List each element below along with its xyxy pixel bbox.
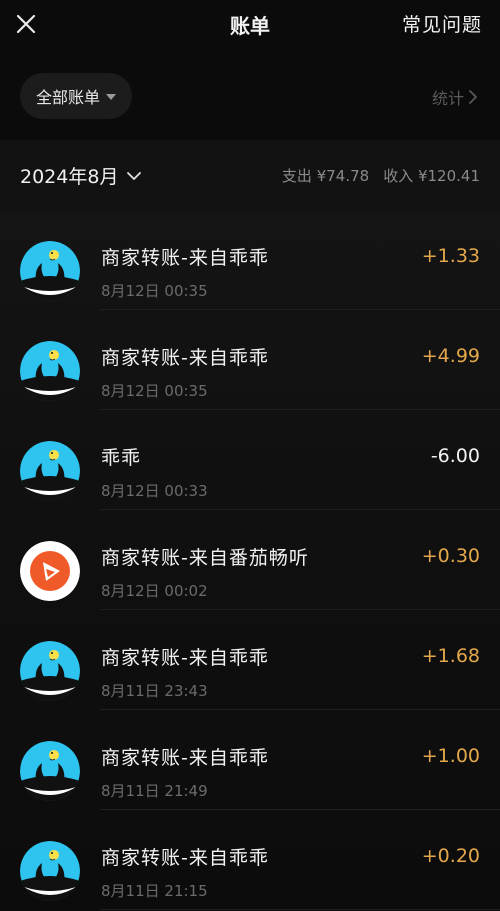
filter-row: 全部账单 统计 xyxy=(0,73,500,121)
transaction-time: 8月11日 21:15 xyxy=(101,882,208,900)
faq-link[interactable]: 常见问题 xyxy=(402,10,482,37)
transaction-name: 商家转账-来自乖乖 xyxy=(101,747,269,769)
expense-total: 支出 ¥74.78 xyxy=(281,167,370,185)
transaction-time: 8月12日 00:35 xyxy=(101,382,208,400)
chevron-right-icon xyxy=(469,90,477,104)
month-totals: 支出 ¥74.78 收入 ¥120.41 xyxy=(282,165,480,186)
transaction-amount: +0.20 xyxy=(421,845,480,867)
transaction-row[interactable]: 商家转账-来自番茄畅听 8月12日 00:02 +0.30 xyxy=(0,510,500,610)
transaction-name: 乖乖 xyxy=(101,447,142,469)
transaction-row[interactable]: 商家转账-来自乖乖 8月12日 00:35 +1.33 xyxy=(0,210,500,310)
row-divider xyxy=(100,909,500,910)
guaiguai-avatar xyxy=(20,241,80,301)
close-icon xyxy=(16,14,36,34)
transaction-name: 商家转账-来自乖乖 xyxy=(101,847,269,869)
transaction-amount: +0.30 xyxy=(421,545,480,567)
transaction-time: 8月12日 00:33 xyxy=(101,482,208,500)
transaction-row[interactable]: 商家转账-来自乖乖 8月12日 00:35 +4.99 xyxy=(0,310,500,410)
fanqie-avatar xyxy=(20,541,80,601)
transaction-name: 商家转账-来自乖乖 xyxy=(101,247,269,269)
chevron-down-icon xyxy=(127,171,142,180)
income-total: 收入 ¥120.41 xyxy=(383,167,480,185)
transaction-amount: -6.00 xyxy=(430,445,480,467)
transaction-amount: +1.33 xyxy=(421,245,480,267)
transaction-amount: +4.99 xyxy=(421,345,480,367)
transaction-time: 8月12日 00:02 xyxy=(101,582,208,600)
transaction-row[interactable]: 商家转账-来自乖乖 8月11日 21:15 +0.20 xyxy=(0,810,500,910)
bill-filter-dropdown[interactable]: 全部账单 xyxy=(20,73,133,119)
top-bar: 账单 常见问题 xyxy=(0,0,500,50)
caret-down-icon xyxy=(106,94,117,100)
transaction-row[interactable]: 商家转账-来自乖乖 8月11日 21:49 +1.00 xyxy=(0,710,500,810)
transaction-name: 商家转账-来自乖乖 xyxy=(101,647,269,669)
stats-link[interactable]: 统计 xyxy=(432,85,478,109)
stats-label: 统计 xyxy=(431,89,464,108)
transaction-row[interactable]: 商家转账-来自乖乖 8月11日 23:43 +1.68 xyxy=(0,610,500,710)
guaiguai-avatar xyxy=(20,841,80,901)
transaction-time: 8月11日 21:49 xyxy=(101,782,208,800)
guaiguai-avatar xyxy=(20,641,80,701)
month-label: 2024年8月 xyxy=(20,166,119,188)
transaction-time: 8月12日 00:35 xyxy=(101,282,208,300)
transaction-name: 商家转账-来自番茄畅听 xyxy=(101,547,309,569)
month-summary-bar: 2024年8月 支出 ¥74.78 收入 ¥120.41 xyxy=(0,140,500,210)
transaction-list: 商家转账-来自乖乖 8月12日 00:35 +1.33 商家转账-来自乖乖 8月12日… xyxy=(0,210,500,911)
transaction-row[interactable]: 乖乖 8月12日 00:33 -6.00 xyxy=(0,410,500,510)
guaiguai-avatar xyxy=(20,741,80,801)
guaiguai-avatar xyxy=(20,341,80,401)
transaction-amount: +1.68 xyxy=(421,645,480,667)
transaction-name: 商家转账-来自乖乖 xyxy=(101,347,269,369)
bill-filter-label: 全部账单 xyxy=(36,88,101,107)
guaiguai-avatar xyxy=(20,441,80,501)
close-button[interactable] xyxy=(10,8,42,40)
month-selector[interactable]: 2024年8月 xyxy=(20,162,142,189)
transaction-amount: +1.00 xyxy=(421,745,480,767)
transaction-time: 8月11日 23:43 xyxy=(101,682,208,700)
